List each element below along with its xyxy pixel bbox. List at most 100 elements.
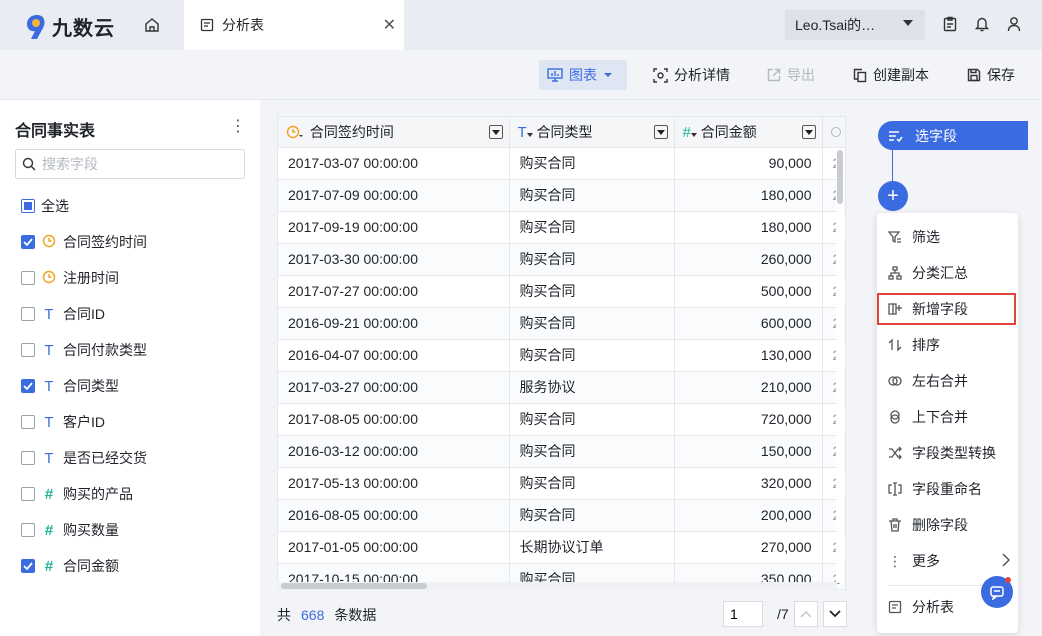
join-icon <box>888 376 902 386</box>
table-cell: 130,000 <box>674 339 823 372</box>
field-checkbox[interactable] <box>21 271 35 285</box>
field-checkbox[interactable] <box>21 235 35 249</box>
table-cell: 购买合同 <box>509 499 675 532</box>
tab-analysis[interactable]: 分析表 ✕ <box>184 0 404 50</box>
logo-icon <box>27 14 45 39</box>
column-header-partial[interactable] <box>822 117 845 148</box>
create-copy-button[interactable]: 创建副本 <box>845 60 937 90</box>
menu-item-rename-field[interactable]: 字段重命名 <box>877 473 1018 505</box>
shuffle-icon <box>889 446 902 460</box>
page-number-input[interactable] <box>723 601 763 627</box>
caret-down-icon <box>526 132 533 137</box>
table-cell: 购买合同 <box>509 403 675 436</box>
menu-item-join-vertical[interactable]: 上下合并 <box>877 401 1018 433</box>
menu-item-sort[interactable]: 排序 <box>877 329 1018 361</box>
table-cell: 180,000 <box>674 179 823 212</box>
horizontal-scrollbar[interactable] <box>277 582 837 590</box>
field-item[interactable]: 注册时间 <box>21 260 147 296</box>
total-prefix: 共 <box>277 607 291 623</box>
field-item[interactable]: T 合同类型 <box>21 368 147 404</box>
column-dropdown-icon[interactable] <box>488 125 503 139</box>
table-row[interactable]: 2017-03-27 00:00:00服务协议210,0002 <box>278 371 845 404</box>
table-row[interactable]: 2017-03-07 00:00:00购买合同90,0002 <box>278 147 845 180</box>
trash-icon <box>889 518 901 532</box>
field-checkbox[interactable] <box>21 559 35 573</box>
step-panel: 选字段 + 筛选 分类汇总 新增字段 排序 左右合并 上下合并 字段类型转换 字… <box>862 100 1042 636</box>
column-dropdown-icon[interactable] <box>801 125 816 139</box>
table-row[interactable]: 2017-08-05 00:00:00购买合同720,0002 <box>278 403 845 436</box>
table-row[interactable]: 2017-01-05 00:00:00长期协议订单270,0002 <box>278 531 845 564</box>
menu-item-delete-field[interactable]: 删除字段 <box>877 509 1018 541</box>
save-button[interactable]: 保存 <box>959 60 1023 90</box>
text-type-icon: T <box>517 123 527 141</box>
table-row[interactable]: 2017-03-30 00:00:00购买合同260,0002 <box>278 243 845 276</box>
column-header-contract-date[interactable]: 合同签约时间 <box>278 117 510 148</box>
page-down-button[interactable] <box>823 601 847 627</box>
field-checkbox[interactable] <box>21 415 35 429</box>
select-field-step[interactable]: 选字段 <box>878 121 1028 150</box>
table-row[interactable]: 2016-08-05 00:00:00购买合同200,0002 <box>278 499 845 532</box>
select-all-checkbox[interactable] <box>21 199 35 213</box>
field-list: 全选 合同签约时间注册时间 T 合同ID T 合同付款类型 T 合同类型 T 客户ID T 是否已经… <box>21 188 147 584</box>
menu-item-add-field[interactable]: 新增字段 <box>877 293 1016 325</box>
field-label: 合同签约时间 <box>63 234 147 250</box>
chart-button[interactable]: 图表 <box>539 60 627 90</box>
field-item[interactable]: # 购买的产品 <box>21 476 147 512</box>
support-chat-button[interactable] <box>981 576 1013 608</box>
menu-label: 排序 <box>912 337 940 353</box>
clipboard-icon[interactable] <box>943 16 957 32</box>
field-checkbox[interactable] <box>21 379 35 393</box>
field-item[interactable]: 合同签约时间 <box>21 224 147 260</box>
user-icon[interactable] <box>1007 16 1021 32</box>
field-item[interactable]: # 购买数量 <box>21 512 147 548</box>
menu-item-more[interactable]: ⋮ 更多 <box>877 545 1018 577</box>
bell-icon[interactable] <box>975 16 989 32</box>
field-label: 合同ID <box>63 306 105 322</box>
field-search[interactable] <box>15 149 245 179</box>
field-item[interactable]: T 合同ID <box>21 296 147 332</box>
table-cell: 长期协议订单 <box>509 531 675 564</box>
search-input[interactable] <box>42 156 232 172</box>
field-item[interactable]: # 合同金额 <box>21 548 147 584</box>
table-row[interactable]: 2016-03-12 00:00:00购买合同150,0002 <box>278 435 845 468</box>
menu-item-type-convert[interactable]: 字段类型转换 <box>877 437 1018 469</box>
menu-item-group-summary[interactable]: 分类汇总 <box>877 257 1018 289</box>
table-cell: 2017-01-05 00:00:00 <box>278 531 510 564</box>
menu-item-filter[interactable]: 筛选 <box>877 221 1018 253</box>
column-dropdown-icon[interactable] <box>653 125 668 139</box>
table-row[interactable]: 2017-07-27 00:00:00购买合同500,0002 <box>278 275 845 308</box>
table-row[interactable]: 2016-09-21 00:00:00购买合同600,0002 <box>278 307 845 340</box>
field-checkbox[interactable] <box>21 523 35 537</box>
column-header-contract-type[interactable]: T 合同类型 <box>509 117 675 148</box>
field-checkbox[interactable] <box>21 487 35 501</box>
date-type-icon <box>41 270 57 287</box>
select-all-row[interactable]: 全选 <box>21 188 147 224</box>
export-button[interactable]: 导出 <box>759 60 823 90</box>
search-icon <box>22 157 36 171</box>
table-row[interactable]: 2016-04-07 00:00:00购买合同130,0002 <box>278 339 845 372</box>
column-header-contract-amount[interactable]: # 合同金额 <box>674 117 823 148</box>
table-cell: 2016-09-21 00:00:00 <box>278 307 510 340</box>
page-up-button[interactable] <box>794 601 818 627</box>
field-checkbox[interactable] <box>21 343 35 357</box>
table-row[interactable]: 2017-09-19 00:00:00购买合同180,0002 <box>278 211 845 244</box>
table-cell: 2016-03-12 00:00:00 <box>278 435 510 468</box>
more-vertical-icon[interactable]: ⋮ <box>230 116 246 136</box>
close-icon[interactable]: ✕ <box>383 15 396 35</box>
table-cell: 2017-07-09 00:00:00 <box>278 179 510 212</box>
union-icon <box>890 410 900 424</box>
home-button[interactable] <box>134 12 170 38</box>
field-item[interactable]: T 客户ID <box>21 404 147 440</box>
app-logo[interactable]: 九数云 <box>26 12 115 41</box>
field-checkbox[interactable] <box>21 307 35 321</box>
add-step-button[interactable]: + <box>878 181 908 211</box>
field-item[interactable]: T 合同付款类型 <box>21 332 147 368</box>
analysis-detail-button[interactable]: 分析详情 <box>645 60 738 90</box>
table-row[interactable]: 2017-05-13 00:00:00购买合同320,0002 <box>278 467 845 500</box>
field-checkbox[interactable] <box>21 451 35 465</box>
vertical-scrollbar[interactable] <box>836 148 844 582</box>
field-item[interactable]: T 是否已经交货 <box>21 440 147 476</box>
menu-item-join-horizontal[interactable]: 左右合并 <box>877 365 1018 397</box>
table-row[interactable]: 2017-07-09 00:00:00购买合同180,0002 <box>278 179 845 212</box>
user-dropdown[interactable]: Leo.Tsai的… <box>785 10 925 40</box>
